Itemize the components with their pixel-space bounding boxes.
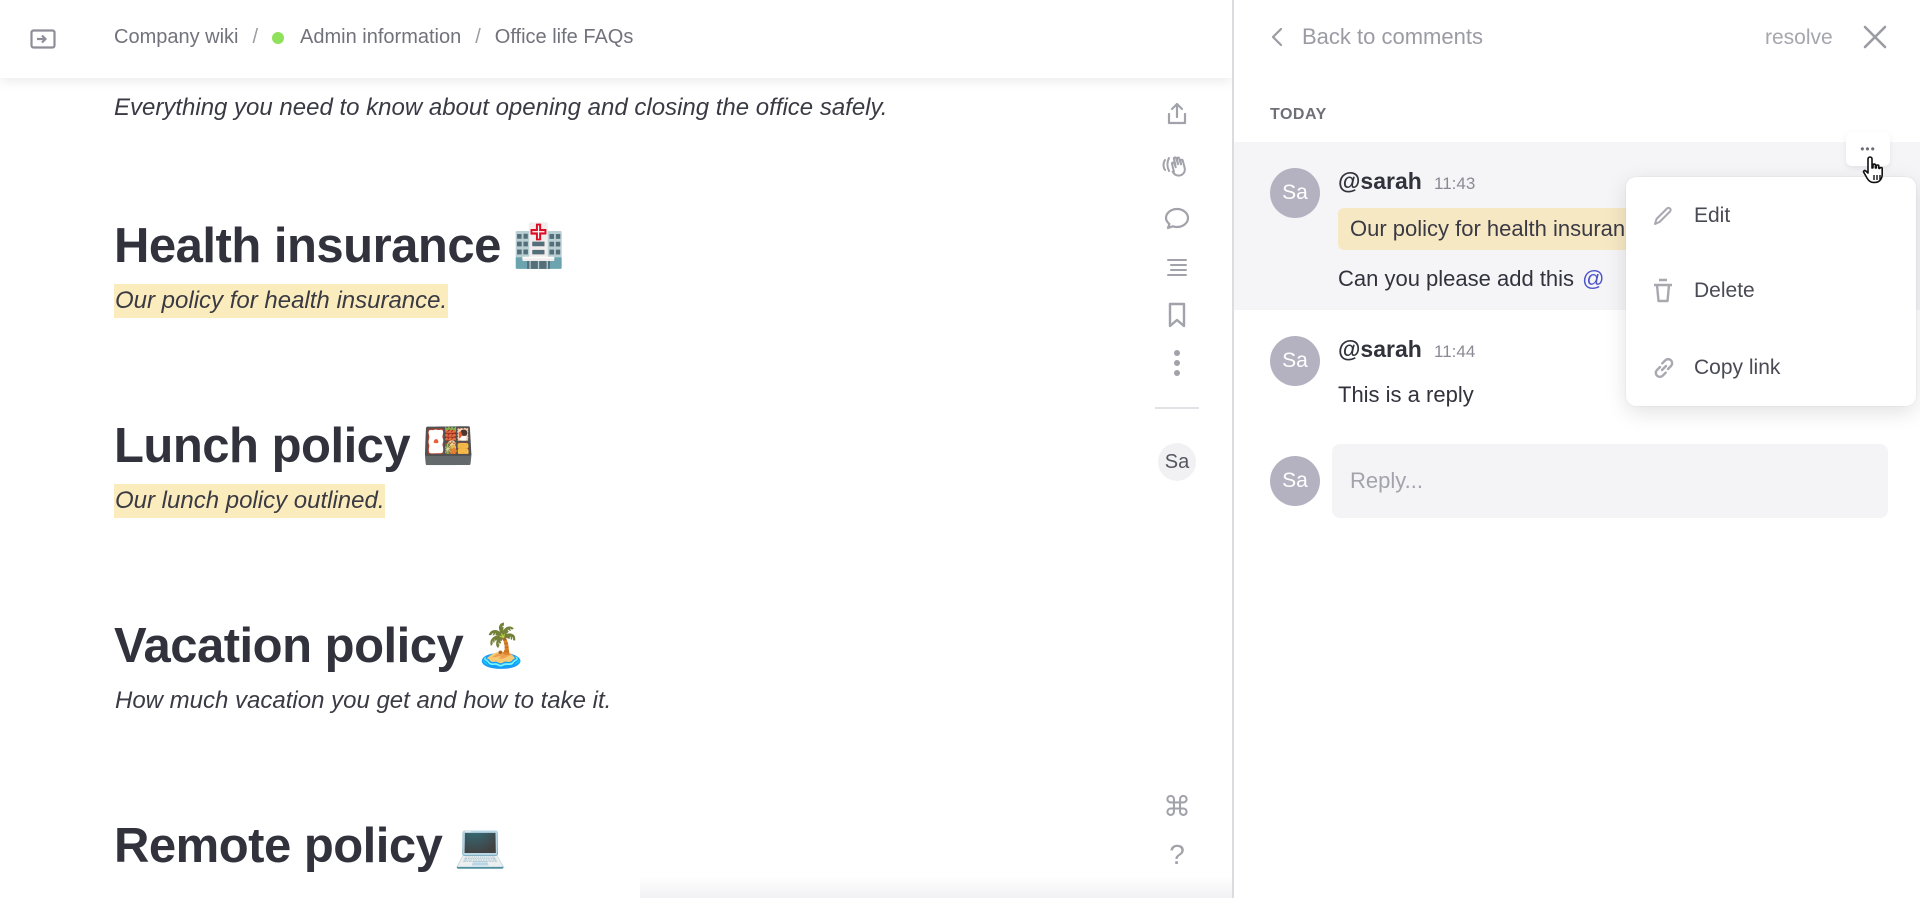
comment-quote: Our policy for health insurance. xyxy=(1338,208,1638,250)
comment-icon[interactable] xyxy=(1160,202,1194,236)
island-emoji-icon: 🏝️ xyxy=(475,621,528,669)
breadcrumb-admin-information[interactable]: Admin information xyxy=(300,26,461,49)
heading-text: Health insurance xyxy=(114,219,501,273)
reply-avatar: Sa xyxy=(1270,456,1320,506)
breadcrumb-office-life-faqs[interactable]: Office life FAQs xyxy=(495,26,634,49)
collection-color-dot xyxy=(272,31,285,44)
comment-time: 11:43 xyxy=(1434,174,1476,193)
back-label: Back to comments xyxy=(1302,24,1483,49)
more-horizontal-icon: ••• xyxy=(1860,142,1876,156)
link-icon xyxy=(1654,357,1674,379)
resolve-button[interactable]: resolve xyxy=(1765,26,1833,50)
comment-text: Can you please add this @ xyxy=(1338,266,1604,292)
sidebar-expand-icon[interactable] xyxy=(30,29,56,49)
section-heading: Health insurance 🏥 xyxy=(114,218,565,274)
reply-input[interactable] xyxy=(1332,444,1888,518)
laptop-emoji-icon: 💻 xyxy=(454,821,507,869)
section-heading: Vacation policy 🏝️ xyxy=(114,618,612,674)
comment-author[interactable]: @sarah xyxy=(1338,336,1422,363)
mention-link[interactable]: @ xyxy=(1582,266,1604,291)
hospital-emoji-icon: 🏥 xyxy=(512,221,565,269)
comment-text: This is a reply xyxy=(1338,382,1474,407)
comment-author[interactable]: @sarah xyxy=(1338,168,1422,195)
wave-icon[interactable] xyxy=(1160,149,1194,183)
section-heading: Remote policy 💻 xyxy=(114,818,507,874)
bottom-fade xyxy=(640,876,1232,898)
day-label: TODAY xyxy=(1270,106,1327,123)
heading-text: Remote policy xyxy=(114,819,443,873)
section-description[interactable]: Our lunch policy outlined. xyxy=(114,484,386,518)
rail-divider xyxy=(1155,407,1199,409)
breadcrumb-company-wiki[interactable]: Company wiki xyxy=(114,26,238,49)
pencil-icon xyxy=(1654,206,1672,225)
outline-icon[interactable] xyxy=(1160,250,1194,284)
avatar: Sa xyxy=(1270,168,1320,218)
comment-time: 11:44 xyxy=(1434,342,1476,361)
help-icon[interactable]: ? xyxy=(1160,838,1194,872)
section-heading: Lunch policy 🍱 xyxy=(114,418,474,474)
section-remote-policy: Remote policy 💻 xyxy=(114,818,507,874)
heading-text: Lunch policy xyxy=(114,419,411,473)
breadcrumb: Company wiki / Admin information / Offic… xyxy=(114,26,633,49)
chevron-left-icon xyxy=(1271,27,1283,47)
heading-text: Vacation policy xyxy=(114,619,464,673)
breadcrumb-separator: / xyxy=(252,26,259,48)
menu-item-label: Copy link xyxy=(1694,356,1781,379)
trash-icon xyxy=(1654,278,1672,303)
section-description[interactable]: Our policy for health insurance. xyxy=(114,284,449,318)
breadcrumb-separator: / xyxy=(475,26,481,48)
comment-body: Can you please add this xyxy=(1338,266,1575,291)
top-bar: Company wiki / Admin information / Offic… xyxy=(0,0,1232,78)
menu-item-delete[interactable]: Delete xyxy=(1626,261,1916,321)
menu-item-label: Edit xyxy=(1694,204,1731,227)
document-intro: Everything you need to know about openin… xyxy=(114,94,888,121)
section-vacation-policy: Vacation policy 🏝️ How much vacation you … xyxy=(114,618,612,718)
menu-item-label: Delete xyxy=(1694,279,1755,302)
more-vertical-icon[interactable] xyxy=(1160,346,1194,380)
comments-panel: Back to comments resolve TODAY Sa @sarah… xyxy=(1234,0,1920,898)
bookmark-icon[interactable] xyxy=(1160,298,1194,332)
back-to-comments-button[interactable]: Back to comments xyxy=(1270,24,1483,50)
viewer-avatar[interactable]: Sa xyxy=(1158,443,1196,481)
document-pane: Company wiki / Admin information / Offic… xyxy=(0,0,1232,898)
hand-cursor-icon xyxy=(1862,155,1888,190)
comment-context-menu: Edit Delete Copy link xyxy=(1626,177,1916,406)
share-icon[interactable] xyxy=(1160,97,1194,131)
avatar: Sa xyxy=(1270,336,1320,386)
menu-item-copy-link[interactable]: Copy link xyxy=(1626,338,1916,398)
section-health-insurance: Health insurance 🏥 Our policy for health … xyxy=(114,218,565,318)
section-description: How much vacation you get and how to tak… xyxy=(115,687,612,714)
menu-item-edit[interactable]: Edit xyxy=(1626,186,1916,246)
close-icon[interactable] xyxy=(1862,24,1888,50)
command-icon[interactable]: ⌘ xyxy=(1160,789,1194,823)
section-lunch-policy: Lunch policy 🍱 Our lunch policy outlined. xyxy=(114,418,474,518)
bento-emoji-icon: 🍱 xyxy=(422,421,474,469)
